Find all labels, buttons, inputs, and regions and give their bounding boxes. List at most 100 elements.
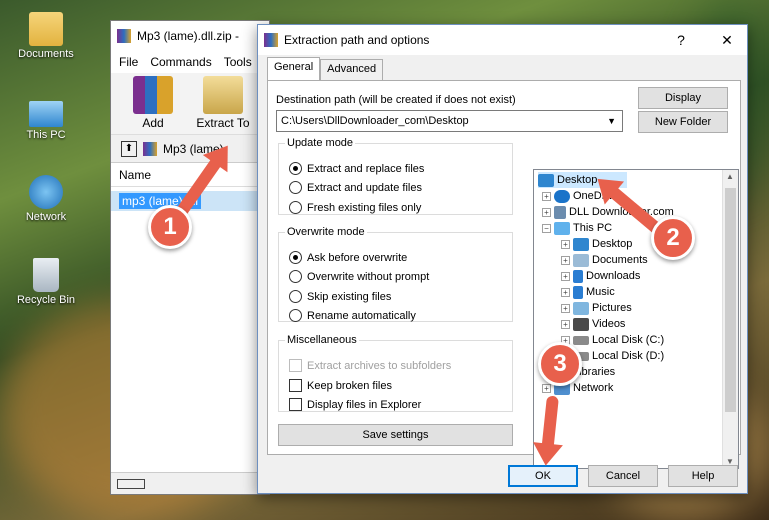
option-label: Skip existing files [307, 290, 392, 303]
radio-extract-update[interactable]: Extract and update files [289, 181, 422, 194]
column-header-name[interactable]: Name [111, 163, 269, 187]
desktop-icon-label: This PC [26, 129, 66, 141]
tree-item-downloads[interactable]: + Downloads [561, 268, 640, 284]
winrar-title: Mp3 (lame).dll.zip - [137, 29, 240, 43]
desktop-icon [538, 173, 554, 187]
chevron-down-icon[interactable]: ▼ [607, 116, 616, 126]
radio-selected-icon[interactable] [289, 251, 302, 264]
option-label: Extract and update files [307, 181, 422, 194]
dialog-titlebar[interactable]: Extraction path and options ? ✕ [258, 25, 747, 55]
help-button[interactable]: Help [668, 465, 738, 487]
drive-icon [573, 335, 589, 345]
expand-icon[interactable]: + [561, 287, 570, 297]
menu-commands[interactable]: Commands [150, 55, 211, 69]
expand-icon[interactable]: + [561, 271, 570, 281]
desktop-icon-label: Recycle Bin [16, 294, 76, 306]
option-label: Fresh existing files only [307, 201, 422, 214]
tree-scrollbar[interactable]: ▲ ▼ [722, 170, 738, 468]
option-label: Display files in Explorer [307, 398, 422, 411]
radio-icon[interactable] [289, 309, 302, 322]
new-folder-button[interactable]: New Folder [638, 111, 728, 133]
checkbox-icon[interactable] [289, 379, 302, 392]
radio-icon[interactable] [289, 201, 302, 214]
tree-item-this-pc[interactable]: − This PC [542, 220, 612, 236]
tree-item-videos[interactable]: + Videos [561, 316, 625, 332]
desktop-icon-network[interactable]: Network [10, 175, 82, 223]
close-button[interactable]: ✕ [707, 32, 747, 49]
expand-icon[interactable]: + [561, 255, 570, 265]
save-settings-button[interactable]: Save settings [278, 424, 513, 446]
desktop-icon-documents[interactable]: Documents [10, 12, 82, 60]
tree-item-label: Local Disk (D:) [592, 350, 665, 362]
extract-to-button[interactable]: Extract To [191, 76, 255, 134]
computer-icon [554, 221, 570, 235]
tree-item-pc-desktop[interactable]: + Desktop [561, 236, 632, 252]
winrar-statusbar [111, 472, 269, 494]
scrollbar-thumb[interactable] [725, 188, 736, 412]
option-label: Rename automatically [307, 309, 416, 322]
tree-item-music[interactable]: + Music [561, 284, 615, 300]
destination-path-combo[interactable]: C:\Users\DllDownloader_com\Desktop ▼ [276, 110, 623, 132]
annotation-badge-1: 1 [148, 205, 192, 249]
menu-tools[interactable]: Tools [224, 55, 252, 69]
expand-icon[interactable]: + [561, 239, 570, 249]
scroll-up-icon[interactable]: ▲ [726, 172, 734, 181]
radio-icon[interactable] [289, 290, 302, 303]
checkbox-extract-subfolders: Extract archives to subfolders [289, 359, 451, 372]
folder-icon [29, 12, 63, 46]
tab-advanced[interactable]: Advanced [320, 59, 384, 80]
radio-extract-replace[interactable]: Extract and replace files [289, 162, 424, 175]
checkbox-display-explorer[interactable]: Display files in Explorer [289, 398, 421, 411]
radio-ask-before-overwrite[interactable]: Ask before overwrite [289, 251, 407, 264]
tab-general[interactable]: General [267, 57, 321, 80]
collapse-icon[interactable]: − [542, 223, 551, 233]
radio-selected-icon[interactable] [289, 162, 302, 175]
radio-fresh-existing[interactable]: Fresh existing files only [289, 201, 421, 214]
tree-item-label: Desktop [592, 238, 633, 250]
tree-item-label: This PC [573, 222, 613, 234]
expand-icon[interactable]: + [542, 207, 551, 217]
extract-to-label: Extract To [196, 116, 250, 130]
tree-item-label: Network [573, 382, 614, 394]
drive-icon [117, 478, 145, 489]
tree-item-pictures[interactable]: + Pictures [561, 300, 632, 316]
ok-button[interactable]: OK [508, 465, 578, 487]
radio-rename-automatically[interactable]: Rename automatically [289, 309, 416, 322]
radio-icon[interactable] [289, 270, 302, 283]
documents-icon [573, 253, 589, 267]
add-button[interactable]: Add [121, 76, 185, 134]
expand-icon[interactable]: + [542, 191, 551, 201]
winrar-toolbar: Add Extract To [111, 73, 269, 135]
checkbox-icon[interactable] [289, 398, 302, 411]
expand-icon[interactable]: + [561, 303, 570, 313]
desktop-icon-this-pc[interactable]: This PC [10, 95, 82, 141]
tree-item-label: Local Disk (C:) [592, 334, 665, 346]
desktop-icon-recycle-bin[interactable]: Recycle Bin [10, 258, 82, 306]
computer-icon [29, 101, 63, 127]
extract-folder-icon [203, 76, 243, 114]
tree-item-documents[interactable]: + Documents [561, 252, 648, 268]
help-title-button[interactable]: ? [661, 32, 701, 48]
update-mode-group: Update mode Extract and replace files Ex… [278, 137, 513, 215]
desktop-icon-label: Documents [18, 48, 74, 60]
checkbox-keep-broken[interactable]: Keep broken files [289, 379, 392, 392]
display-button[interactable]: Display [638, 87, 728, 109]
winrar-window: Mp3 (lame).dll.zip - File Commands Tools… [110, 20, 270, 495]
option-label: Extract archives to subfolders [307, 359, 452, 372]
cancel-button[interactable]: Cancel [588, 465, 658, 487]
menu-file[interactable]: File [119, 55, 138, 69]
tree-item-local-disk-c[interactable]: + Local Disk (C:) [561, 332, 664, 348]
tree-item-label: Downloads [586, 270, 641, 282]
expand-icon[interactable]: + [542, 383, 551, 393]
radio-icon[interactable] [289, 181, 302, 194]
overwrite-mode-legend: Overwrite mode [287, 226, 365, 238]
network-globe-icon [29, 175, 63, 209]
winrar-titlebar[interactable]: Mp3 (lame).dll.zip - [111, 21, 269, 51]
expand-icon[interactable]: + [561, 319, 570, 329]
up-folder-icon[interactable]: ⬆ [121, 140, 137, 157]
radio-overwrite-without-prompt[interactable]: Overwrite without prompt [289, 270, 429, 283]
option-label: Keep broken files [307, 379, 392, 392]
user-icon [554, 205, 566, 219]
radio-skip-existing[interactable]: Skip existing files [289, 290, 391, 303]
dialog-title: Extraction path and options [284, 33, 430, 47]
